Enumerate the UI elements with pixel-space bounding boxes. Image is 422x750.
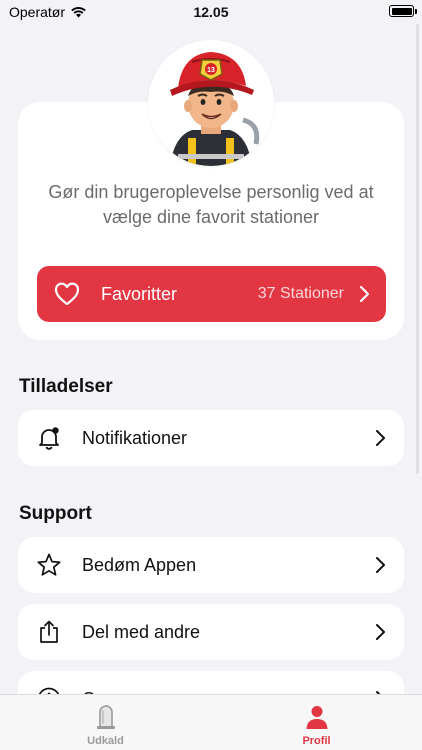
row-label: Bedøm Appen: [82, 554, 197, 575]
notifications-row[interactable]: Notifikationer: [18, 410, 404, 466]
chevron-right-icon: [359, 285, 370, 303]
support-heading: Support: [19, 503, 92, 524]
profile-description: Gør din brugeroplevelse personlig ved at…: [48, 182, 374, 227]
rate-app-row[interactable]: Bedøm Appen: [18, 537, 404, 593]
tab-label: Udkald: [87, 735, 124, 747]
bell-icon: [36, 425, 62, 451]
status-bar: Operatør 12.05: [0, 0, 422, 26]
favorites-label: Favoritter: [101, 283, 178, 304]
chevron-right-icon: [376, 557, 385, 573]
favorites-count: 37 Stationer: [257, 285, 344, 302]
tab-label: Profil: [302, 735, 331, 747]
person-icon: [306, 706, 327, 729]
share-row[interactable]: Del med andre: [18, 604, 404, 660]
heart-icon: [54, 282, 80, 306]
star-icon: [36, 552, 62, 578]
svg-text:13: 13: [207, 67, 215, 74]
scrollbar[interactable]: [416, 24, 419, 474]
chevron-right-icon: [376, 430, 385, 446]
battery-icon: [389, 5, 417, 17]
tab-udkald[interactable]: Udkald: [0, 695, 211, 750]
clock: 12.05: [193, 4, 229, 20]
favorites-button[interactable]: Favoritter 37 Stationer: [37, 266, 386, 322]
chevron-right-icon: [376, 624, 385, 640]
tab-bar: Udkald Profil: [0, 694, 422, 750]
firefighter-avatar: 13: [148, 40, 274, 166]
tab-profil[interactable]: Profil: [211, 695, 422, 750]
siren-icon: [96, 705, 115, 729]
permissions-heading: Tilladelser: [19, 376, 113, 397]
share-icon: [36, 619, 62, 645]
row-label: Del med andre: [82, 621, 201, 642]
row-label: Notifikationer: [82, 427, 188, 448]
